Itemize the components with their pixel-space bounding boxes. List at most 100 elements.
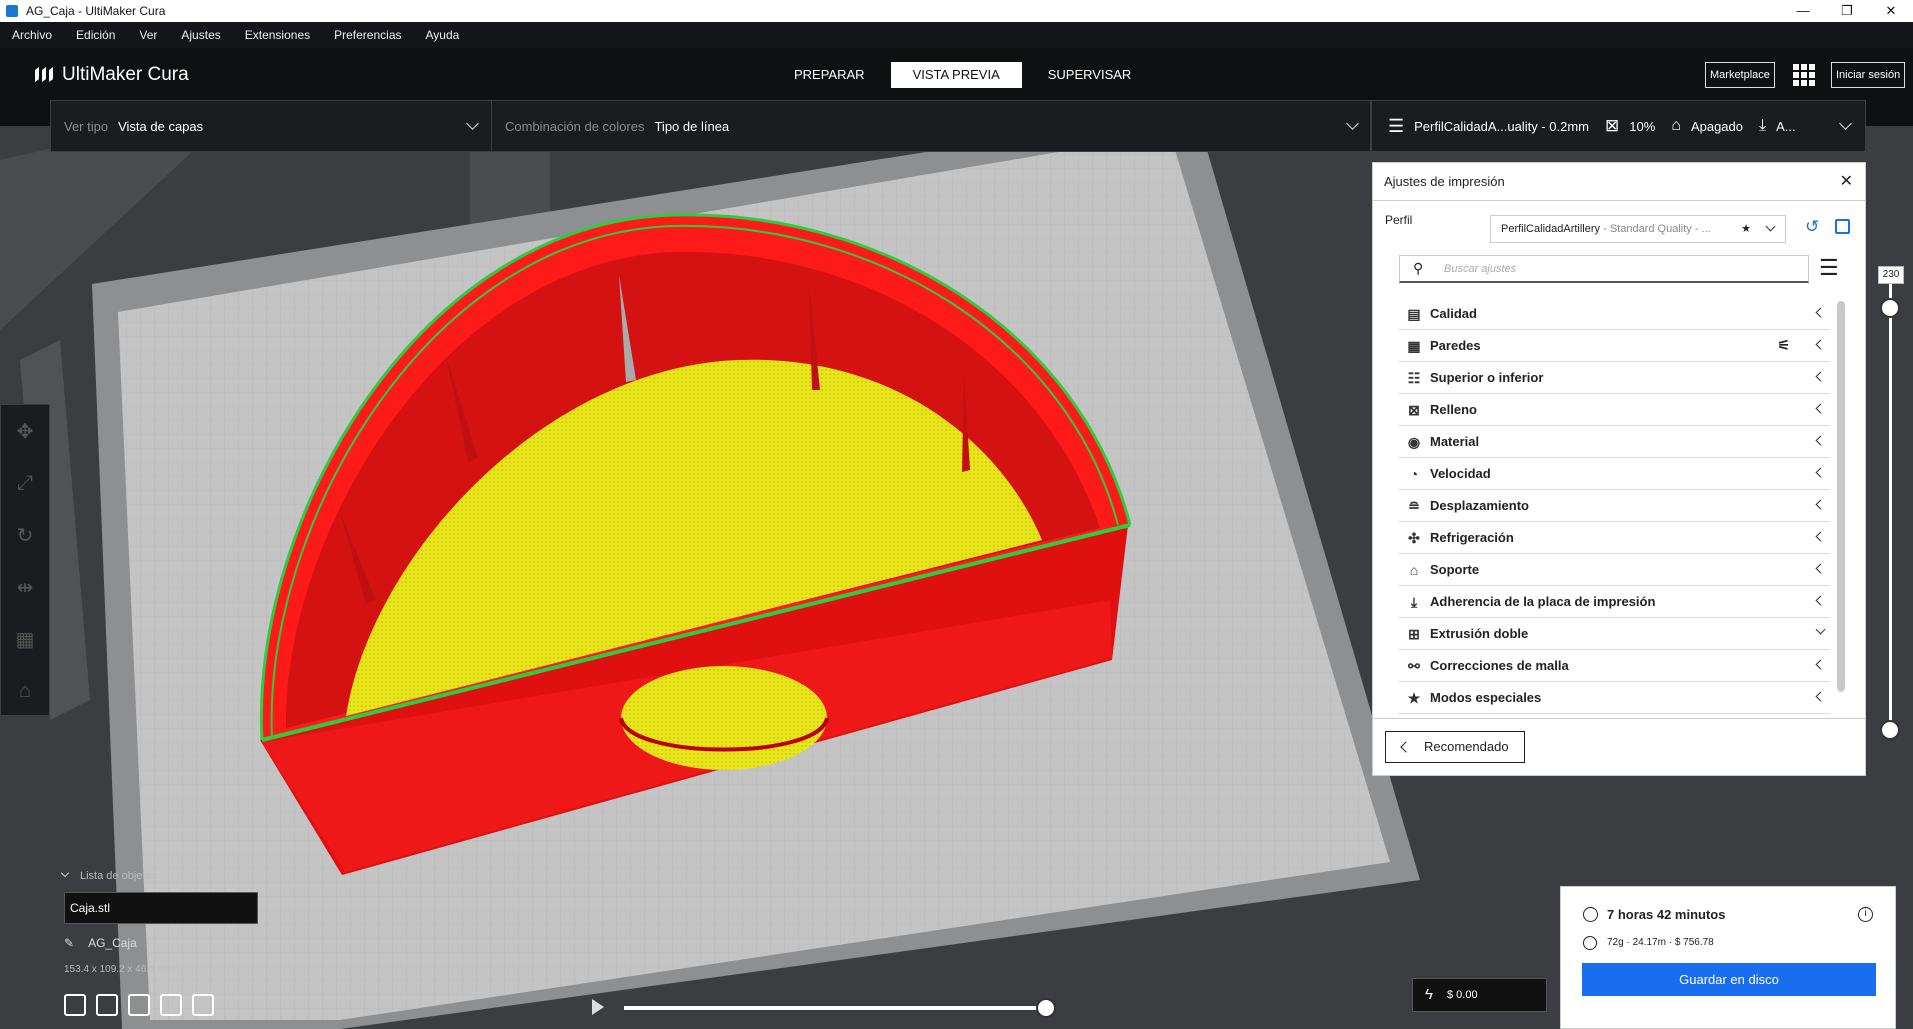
save-profile-icon[interactable] (1835, 219, 1850, 234)
cost-value: $ 0.00 (1447, 989, 1478, 1001)
reset-profile-icon[interactable]: ↺ (1805, 217, 1819, 237)
info-icon[interactable]: i (1858, 907, 1873, 922)
chevron-left-icon (1815, 403, 1826, 414)
settings-menu-icon[interactable]: ☰ (1819, 255, 1839, 281)
view-3d-icon[interactable] (64, 994, 86, 1016)
category-refrigeracion[interactable]: ✣ Refrigeración (1398, 522, 1830, 554)
layer-lower-handle[interactable] (1880, 720, 1900, 740)
travel-icon: ≘ (1408, 497, 1420, 514)
object-item[interactable]: Caja.stl (64, 892, 258, 924)
close-window-button[interactable]: ✕ (1869, 0, 1913, 22)
category-paredes[interactable]: ▦ Paredes ⚟ (1398, 330, 1830, 362)
tab-vista-previa[interactable]: VISTA PREVIA (890, 62, 1022, 88)
chevron-left-icon (1815, 499, 1826, 510)
chevron-left-icon (1815, 595, 1826, 606)
brand-name: UltiMaker Cura (62, 64, 189, 85)
category-modos-especiales[interactable]: ★ Modos especiales (1398, 682, 1830, 714)
hole-cap (621, 666, 827, 770)
view-left-icon[interactable] (160, 994, 182, 1016)
category-material[interactable]: ◉ Material (1398, 426, 1830, 458)
per-model-settings-icon[interactable]: ▦ (1, 613, 49, 665)
settings-scrollbar[interactable] (1837, 301, 1845, 693)
category-extrusion-doble[interactable]: ⊞ Extrusión doble (1398, 618, 1830, 650)
object-dimensions: 153.4 x 109.2 x 46.0 mm (64, 964, 175, 975)
window-controls: — ❐ ✕ (1781, 0, 1913, 22)
chevron-left-icon (1815, 691, 1826, 702)
chevron-left-icon (1815, 371, 1826, 382)
view-type-selector[interactable]: Ver tipo Vista de capas (50, 100, 492, 152)
print-settings-panel: Ajustes de impresión ✕ Perfil PerfilCali… (1372, 162, 1866, 776)
scale-tool-icon[interactable]: ⤢ (1, 457, 49, 509)
path-slider-track[interactable] (624, 1006, 1046, 1010)
clock-icon (1583, 907, 1598, 922)
print-setup-summary[interactable]: ☰ PerfilCalidadA...uality - 0.2mm ⊠ 10% … (1371, 100, 1866, 152)
mirror-tool-icon[interactable]: ⇹ (1, 561, 49, 613)
window-title: AG_Caja - UltiMaker Cura (26, 4, 166, 18)
category-desplazamiento[interactable]: ≘ Desplazamiento (1398, 490, 1830, 522)
layer-value[interactable]: 230 (1878, 266, 1904, 284)
color-scheme-value: Tipo de línea (654, 118, 730, 134)
category-calidad[interactable]: ▤ Calidad (1398, 298, 1830, 330)
job-name-row[interactable]: ✎ AG_Caja (64, 936, 137, 950)
menu-archivo[interactable]: Archivo (12, 28, 52, 42)
chevron-left-icon (1815, 339, 1826, 350)
menu-ver[interactable]: Ver (139, 28, 157, 42)
close-icon[interactable]: ✕ (1840, 163, 1853, 201)
view-front-icon[interactable] (96, 994, 118, 1016)
marketplace-button[interactable]: Marketplace (1705, 62, 1775, 88)
chevron-down-icon (1815, 624, 1826, 635)
category-velocidad[interactable]: ◔ Velocidad (1398, 458, 1830, 490)
layer-upper-handle[interactable] (1880, 298, 1900, 318)
tab-supervisar[interactable]: SUPERVISAR (1026, 62, 1154, 88)
object-list-toggle[interactable]: Lista de objetos (60, 868, 157, 882)
save-to-disk-button[interactable]: Guardar en disco (1582, 963, 1876, 996)
menu-ayuda[interactable]: Ayuda (426, 28, 460, 42)
support-blocker-icon[interactable]: ⌂ (1, 665, 49, 717)
category-adherencia[interactable]: ⤓ Adherencia de la placa de impresión (1398, 586, 1830, 618)
menu-ajustes[interactable]: Ajustes (181, 28, 220, 42)
left-toolbar: ✥ ⤢ ↻ ⇹ ▦ ⌂ (0, 404, 50, 716)
print-time: 7 horas 42 minutos (1607, 907, 1726, 922)
favorite-star-icon[interactable]: ★ (1741, 216, 1751, 242)
recommended-label: Recomendado (1424, 739, 1509, 754)
tab-preparar[interactable]: PREPARAR (772, 62, 887, 88)
path-slider-handle[interactable] (1036, 998, 1056, 1018)
signin-button[interactable]: Iniciar sesión (1831, 62, 1906, 88)
play-icon[interactable] (592, 999, 604, 1015)
settings-search-input[interactable]: Buscar ajustes (1399, 255, 1809, 283)
pencil-icon[interactable]: ✎ (64, 936, 74, 950)
move-tool-icon[interactable]: ✥ (1, 405, 49, 457)
support-icon: ⌂ (1409, 561, 1419, 578)
rotate-tool-icon[interactable]: ↻ (1, 509, 49, 561)
maximize-button[interactable]: ❐ (1825, 0, 1869, 22)
chevron-down-icon (60, 868, 70, 878)
category-label: Desplazamiento (1430, 498, 1529, 513)
chevron-left-icon (1400, 741, 1412, 753)
category-correcciones-malla[interactable]: ⚯ Correcciones de malla (1398, 650, 1830, 682)
color-scheme-selector[interactable]: Combinación de colores Tipo de línea (491, 100, 1371, 152)
profile-dropdown[interactable]: PerfilCalidadArtillery - Standard Qualit… (1490, 215, 1786, 243)
category-label: Relleno (1430, 402, 1477, 417)
menu-extensiones[interactable]: Extensiones (245, 28, 310, 42)
search-icon: ⚲ (1413, 260, 1424, 276)
cost-field[interactable]: ϟ $ 0.00 (1412, 978, 1547, 1012)
view-top-icon[interactable] (128, 994, 150, 1016)
customized-settings-icon[interactable]: ⚟ (1777, 337, 1790, 354)
menu-edicion[interactable]: Edición (76, 28, 115, 42)
category-soporte[interactable]: ⌂ Soporte (1398, 554, 1830, 586)
menu-preferencias[interactable]: Preferencias (334, 28, 401, 42)
category-relleno[interactable]: ⊠ Relleno (1398, 394, 1830, 426)
category-superior-inferior[interactable]: ☷ Superior o inferior (1398, 362, 1830, 394)
profile-name: PerfilCalidadArtillery (1501, 223, 1601, 235)
settings-categories: ▤ Calidad ▦ Paredes ⚟ ☷ Superior o inferior … (1398, 298, 1830, 714)
settings-sliders-icon: ☰ (1388, 115, 1405, 136)
chevron-left-icon (1815, 563, 1826, 574)
minimize-button[interactable]: — (1781, 0, 1825, 22)
recommended-button[interactable]: Recomendado (1385, 731, 1525, 763)
apps-grid-icon[interactable] (1793, 64, 1815, 86)
brand-logo: UltiMaker Cura (34, 64, 189, 86)
view-right-icon[interactable] (192, 994, 214, 1016)
chevron-down-icon (1765, 221, 1776, 232)
layer-slider[interactable]: 230 (1878, 266, 1904, 740)
category-label: Velocidad (1430, 466, 1491, 481)
